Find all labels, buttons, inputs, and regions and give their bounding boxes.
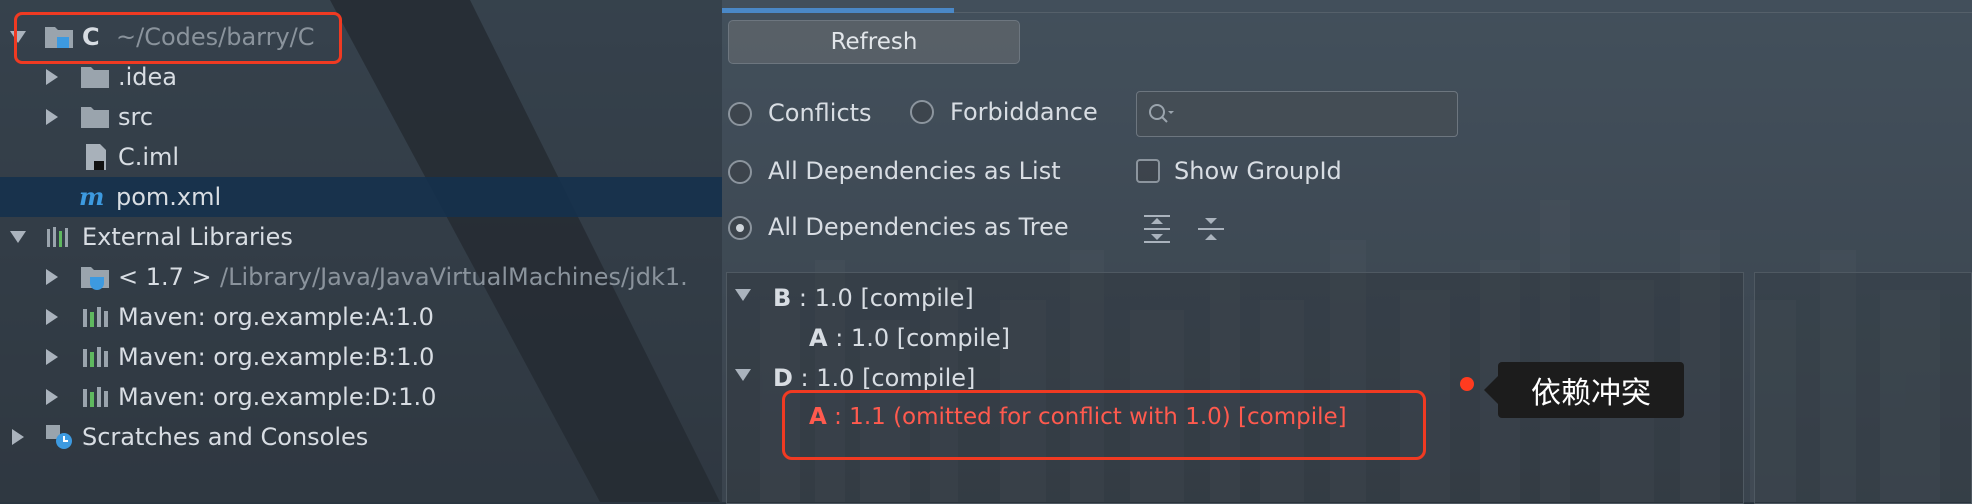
dependency-row[interactable]: D : 1.0 [compile] (773, 364, 975, 392)
tree-row-jdk[interactable]: < 1.7 > /Library/Java/JavaVirtualMachine… (0, 257, 722, 297)
expand-arrow-icon[interactable] (10, 231, 26, 243)
svg-text:m: m (79, 183, 104, 211)
root-highlight-box (14, 12, 342, 64)
annotation-tooltip: 依赖冲突 (1484, 362, 1684, 418)
expand-arrow-icon[interactable] (12, 429, 24, 445)
tree-row-scratches[interactable]: Scratches and Consoles (0, 417, 722, 457)
scratches-icon (46, 425, 72, 449)
maven-file-icon: m (79, 183, 104, 211)
conflicts-radio[interactable] (728, 102, 752, 126)
dependency-name: D (773, 364, 793, 392)
collapse-arrow-icon[interactable] (735, 289, 751, 301)
tree-row-maven-b[interactable]: Maven: org.example:B:1.0 (0, 337, 722, 377)
tree-item-label: Maven: org.example:A:1.0 (118, 303, 434, 331)
dependency-name: B (773, 284, 792, 312)
annotation-dot-icon (1460, 377, 1474, 391)
forbiddance-label: Forbiddance (950, 98, 1098, 126)
expand-arrow-icon[interactable] (46, 349, 58, 365)
tree-item-label: Maven: org.example:B:1.0 (118, 343, 435, 371)
search-input[interactable] (1177, 96, 1451, 134)
folder-icon (81, 67, 109, 88)
conflict-highlight-box (782, 390, 1426, 460)
expand-all-icon[interactable] (1142, 214, 1172, 244)
library-icon (83, 347, 108, 367)
tree-item-label: Scratches and Consoles (82, 423, 369, 451)
tree-item-label: C.iml (118, 143, 180, 171)
show-groupid-label: Show GroupId (1174, 157, 1342, 185)
collapse-all-icon[interactable] (1196, 214, 1226, 244)
project-tree-panel: C ~/Codes/barry/C .idea src C.iml m pom.… (0, 0, 722, 502)
all-dependencies-tree-radio[interactable] (728, 216, 752, 240)
tree-row-maven-a[interactable]: Maven: org.example:A:1.0 (0, 297, 722, 337)
dependency-name: A (809, 324, 828, 352)
dependency-detail-pane (1754, 272, 1972, 504)
library-icon (83, 387, 108, 407)
dependency-version: : 1.0 [compile] (791, 284, 974, 312)
search-field[interactable] (1136, 91, 1458, 137)
dependency-row[interactable]: B : 1.0 [compile] (773, 284, 974, 312)
conflicts-label: Conflicts (768, 99, 872, 127)
active-tab-indicator (722, 8, 954, 13)
expand-arrow-icon[interactable] (46, 69, 58, 85)
dependency-version: : 1.0 [compile] (792, 364, 976, 392)
tree-item-label: .idea (118, 63, 178, 91)
jdk-path: /Library/Java/JavaVirtualMachines/jdk1. (220, 263, 688, 291)
expand-arrow-icon[interactable] (46, 109, 58, 125)
tree-item-label: < 1.7 > (118, 263, 212, 291)
expand-arrow-icon[interactable] (46, 389, 58, 405)
tree-item-label: src (118, 103, 154, 131)
expand-arrow-icon[interactable] (46, 309, 58, 325)
jdk-icon (81, 267, 109, 290)
all-dependencies-list-radio[interactable] (728, 160, 752, 184)
folder-icon (81, 107, 109, 128)
show-groupid-checkbox[interactable] (1136, 159, 1160, 183)
all-dependencies-tree-label: All Dependencies as Tree (768, 213, 1069, 241)
tree-row-maven-d[interactable]: Maven: org.example:D:1.0 (0, 377, 722, 417)
iml-file-icon (86, 144, 106, 170)
collapse-arrow-icon[interactable] (735, 369, 751, 381)
libraries-icon (47, 227, 68, 247)
tree-item-label: Maven: org.example:D:1.0 (118, 383, 437, 411)
forbiddance-radio[interactable] (910, 100, 934, 124)
search-icon (1149, 104, 1174, 123)
tree-row-c-iml[interactable]: C.iml (0, 137, 722, 177)
dependency-row[interactable]: A : 1.0 [compile] (809, 324, 1010, 352)
tree-item-label: pom.xml (116, 183, 222, 211)
tree-row-src[interactable]: src (0, 97, 722, 137)
all-dependencies-list-label: All Dependencies as List (768, 157, 1061, 185)
refresh-button[interactable]: Refresh (728, 20, 1020, 64)
library-icon (83, 307, 108, 327)
expand-arrow-icon[interactable] (46, 269, 58, 285)
dependency-version: : 1.0 [compile] (827, 324, 1011, 352)
tree-item-label: External Libraries (82, 223, 293, 251)
tree-row-external-libraries[interactable]: External Libraries (0, 217, 722, 257)
tree-row-pom-xml[interactable]: m pom.xml (0, 177, 722, 217)
